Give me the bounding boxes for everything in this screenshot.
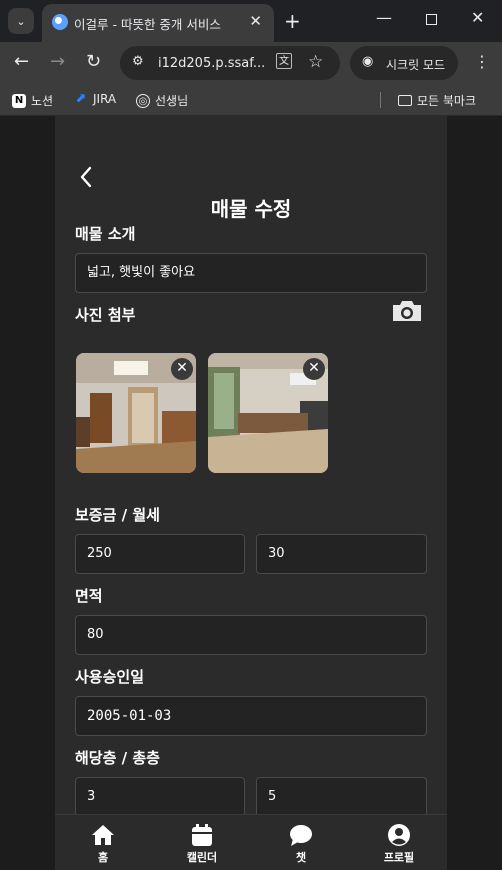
reload-icon[interactable]: ↻	[86, 51, 101, 72]
nav-calendar[interactable]: 캘린더	[167, 823, 237, 865]
profile-icon	[388, 824, 410, 846]
tab-strip: ⌄ 이걸루 - 따뜻한 중개 서비스 ✕ + — ✕	[0, 0, 502, 42]
close-icon[interactable]: ✕	[303, 358, 325, 380]
bookmark-teacher[interactable]: ◎ 선생님	[136, 92, 188, 109]
close-window-icon[interactable]: ✕	[471, 8, 484, 27]
deposit-label: 보증금 / 월세	[75, 506, 160, 524]
plus-icon[interactable]: +	[284, 9, 301, 33]
camera-icon[interactable]	[391, 300, 423, 322]
tab-title: 이걸루 - 따뜻한 중개 서비스	[74, 17, 221, 32]
nav-label: 캘린더	[186, 851, 218, 864]
monthly-rent-input[interactable]: 30	[256, 534, 427, 574]
translate-icon[interactable]: 文	[276, 53, 292, 69]
photo-thumbnail: ✕	[76, 353, 196, 473]
home-icon	[92, 825, 114, 845]
back-icon[interactable]: ←	[14, 51, 29, 72]
bookmark-label: JIRA	[93, 92, 117, 106]
url-text: i12d205.p.ssaf...	[158, 56, 266, 71]
page-viewport: 매물 수정 매물 소개 넓고, 햇빛이 좋아요 사진 첨부 ✕ ✕ 보증금 / …	[0, 116, 502, 870]
deposit-input[interactable]: 250	[75, 534, 245, 574]
photo-thumbnail: ✕	[208, 353, 328, 473]
all-bookmarks[interactable]: 모든 북마크	[398, 92, 476, 109]
bottom-nav: 홈 캘린더 챗 프로필	[55, 814, 447, 870]
openai-icon: ◎	[136, 93, 150, 108]
nav-label: 홈	[97, 851, 109, 864]
minimize-icon[interactable]: —	[376, 8, 392, 27]
bookmark-label: 노션	[31, 94, 54, 108]
more-icon[interactable]: ⋮	[474, 52, 490, 71]
maximize-icon[interactable]	[426, 14, 437, 25]
forward-icon[interactable]: →	[50, 51, 65, 72]
nav-label: 프로필	[383, 851, 415, 864]
nav-home[interactable]: 홈	[68, 823, 138, 865]
area-label: 면적	[75, 587, 103, 605]
incognito-button[interactable]: ◉ 시크릿 모드	[350, 46, 458, 80]
favicon-icon	[52, 14, 68, 30]
browser-window: ⌄ 이걸루 - 따뜻한 중개 서비스 ✕ + — ✕ ← → ↻ ⚙ i12d2…	[0, 0, 502, 870]
page-title: 매물 수정	[210, 197, 292, 221]
bookmarks-bar: N 노션 ⬈ JIRA ◎ 선생님 모든 북마크	[0, 84, 502, 116]
notion-icon: N	[12, 93, 26, 108]
floor-label: 해당층 / 총층	[75, 749, 160, 767]
nav-label: 챗	[295, 851, 307, 864]
close-icon[interactable]: ✕	[171, 358, 193, 380]
divider	[380, 92, 381, 108]
address-bar[interactable]: ⚙ i12d205.p.ssaf... 文 ☆	[120, 46, 340, 80]
active-tab[interactable]: 이걸루 - 따뜻한 중개 서비스 ✕	[42, 4, 274, 42]
jira-icon: ⬈	[75, 91, 87, 106]
approval-date-label: 사용승인일	[75, 668, 145, 686]
nav-chat[interactable]: 챗	[266, 823, 336, 865]
bookmark-label: 선생님	[155, 94, 189, 108]
nav-profile[interactable]: 프로필	[364, 823, 434, 865]
incognito-label: 시크릿 모드	[386, 58, 446, 72]
edit-listing-page: 매물 수정 매물 소개 넓고, 햇빛이 좋아요 사진 첨부 ✕ ✕ 보증금 / …	[55, 116, 447, 870]
floor-input[interactable]: 3	[75, 777, 245, 817]
total-floor-input[interactable]: 5	[256, 777, 427, 817]
chevron-left-icon[interactable]	[79, 166, 93, 194]
search-tabs-icon[interactable]: ⌄	[8, 8, 34, 34]
intro-label: 매물 소개	[75, 225, 136, 243]
bookmark-notion[interactable]: N 노션	[12, 92, 53, 109]
intro-input[interactable]: 넓고, 햇빛이 좋아요	[75, 253, 427, 293]
star-icon[interactable]: ☆	[308, 52, 323, 72]
folder-icon	[398, 95, 412, 106]
all-bookmarks-label: 모든 북마크	[417, 94, 477, 108]
calendar-icon	[192, 824, 212, 846]
photo-label: 사진 첨부	[75, 306, 136, 324]
incognito-icon: ◉	[362, 54, 374, 69]
toolbar: ← → ↻ ⚙ i12d205.p.ssaf... 文 ☆ ◉ 시크릿 모드 ⋮	[0, 42, 502, 84]
bookmark-jira[interactable]: ⬈ JIRA	[74, 91, 117, 107]
approval-date-input[interactable]: 2005-01-03	[75, 696, 427, 736]
close-icon[interactable]: ✕	[249, 12, 262, 30]
chat-icon	[290, 825, 312, 846]
area-input[interactable]: 80	[75, 615, 427, 655]
site-settings-icon[interactable]: ⚙	[132, 54, 144, 69]
